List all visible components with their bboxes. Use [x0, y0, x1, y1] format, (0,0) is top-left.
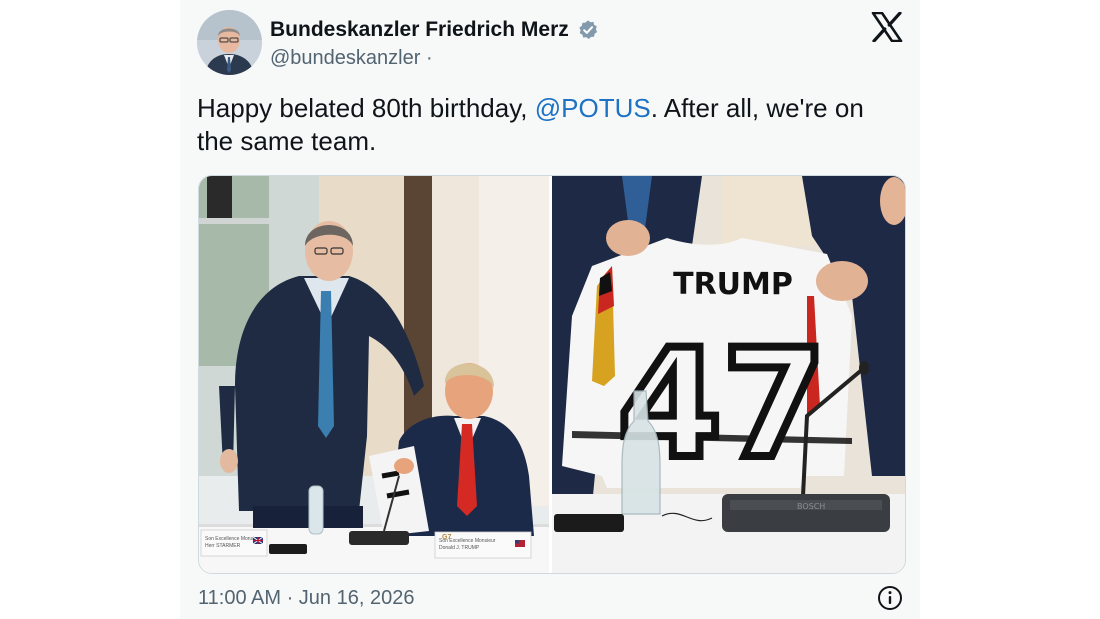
placecard-right-line2: Donald J. TRUMP	[439, 545, 480, 551]
author-display-name[interactable]: Bundeskanzler Friedrich Merz	[270, 18, 569, 42]
g7-label: G7	[442, 534, 451, 541]
tweet-timestamp[interactable]: 11:00 AM · Jun 16, 2026	[198, 587, 414, 610]
mic-brand: BOSCH	[797, 502, 825, 511]
author-name-row[interactable]: Bundeskanzler Friedrich Merz	[270, 17, 599, 43]
author-avatar[interactable]	[197, 10, 262, 75]
mention-link[interactable]: @POTUS	[535, 93, 651, 123]
info-icon[interactable]	[877, 585, 903, 611]
author-handle[interactable]: @bundeskanzler	[270, 47, 420, 69]
tweet-text: Happy belated 80th birthday, @POTUS. Aft…	[197, 92, 897, 158]
photo-jersey-closeup[interactable]: TRUMP 47 BOSCH	[552, 176, 905, 573]
tweet-text-before: Happy belated 80th birthday,	[197, 93, 535, 123]
tweet-media-grid: Son Excellence Monsieur Herr STARMER Son…	[198, 175, 906, 574]
author-handle-row: @bundeskanzler ·	[270, 47, 433, 70]
handle-separator: ·	[425, 47, 433, 69]
x-logo-icon[interactable]	[871, 12, 903, 42]
photo-merz-and-trump[interactable]: Son Excellence Monsieur Herr STARMER Son…	[199, 176, 549, 573]
placecard-left-line2: Herr STARMER	[205, 543, 241, 549]
tweet-card: Bundeskanzler Friedrich Merz @bundeskanz…	[180, 0, 920, 619]
verified-badge-icon	[579, 20, 597, 39]
jersey-name: TRUMP	[673, 267, 793, 302]
